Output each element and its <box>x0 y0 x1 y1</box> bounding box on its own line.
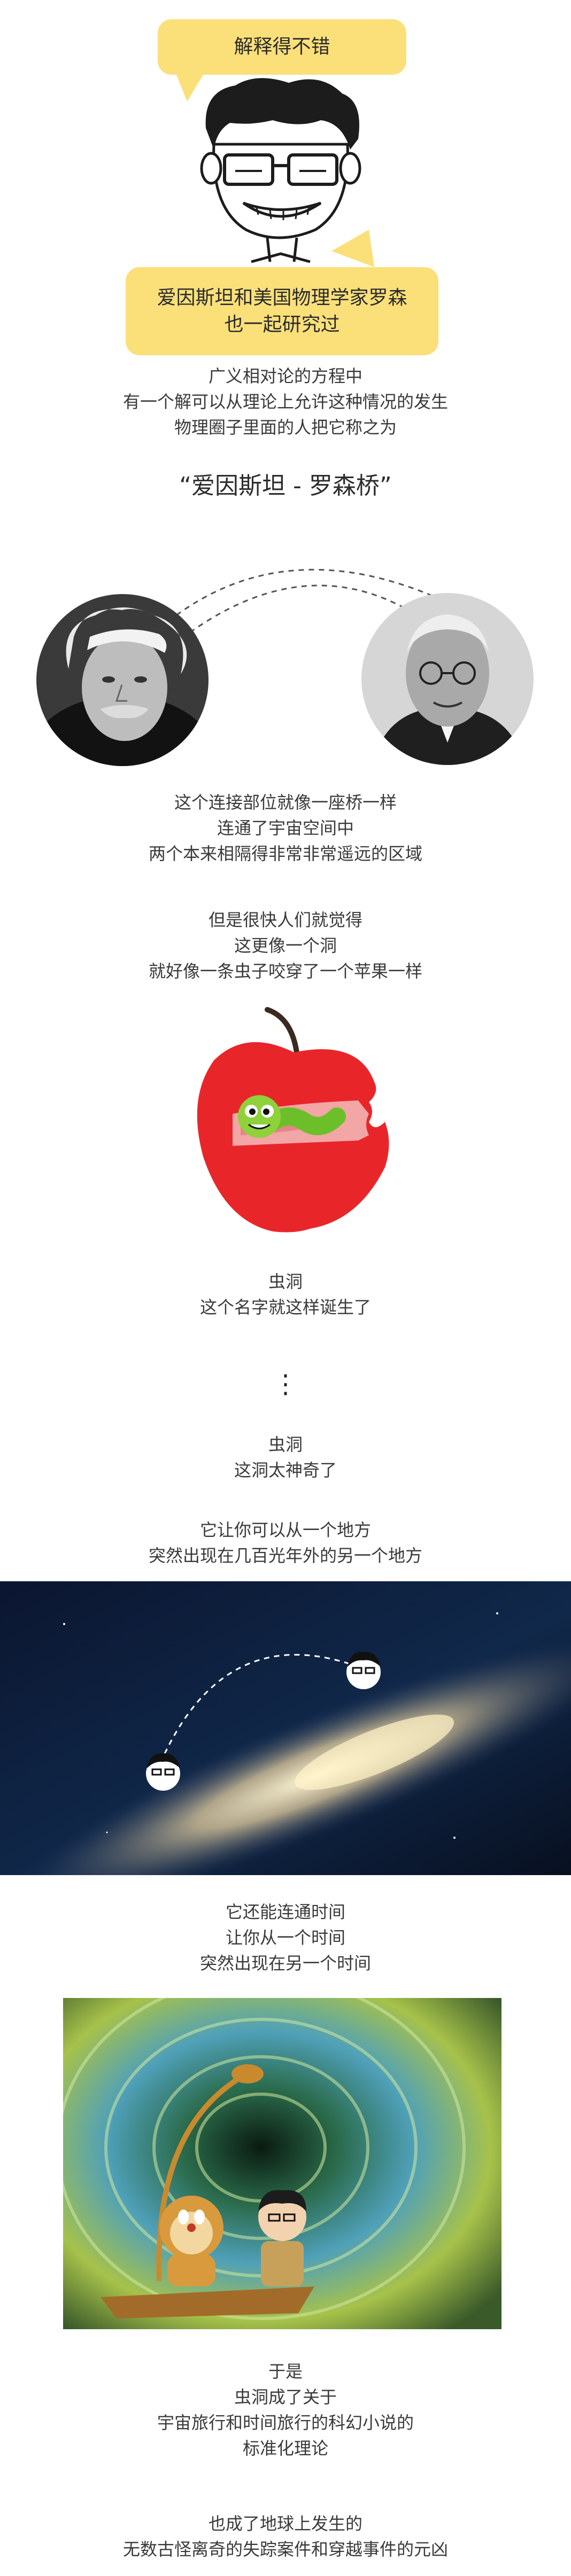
text-line: 但是很快人们就觉得 <box>208 910 362 930</box>
right-ear <box>339 152 361 185</box>
text-line: 于是 <box>268 2361 303 2382</box>
text-line: 这更像一个洞 <box>234 935 337 956</box>
text-line: 它还能连通时间 <box>225 1902 345 1922</box>
apple-with-worm-illustration <box>197 1007 389 1232</box>
cartoon-character-illustration <box>176 75 374 267</box>
rosen-portrait <box>361 593 534 765</box>
text-line: 广义相对论的方程中 <box>208 366 362 386</box>
cartoon-head-small-right <box>346 1651 381 1689</box>
text-line: 宇宙旅行和时间旅行的科幻小说的 <box>157 2413 414 2433</box>
quote-einstein-rosen-bridge: “爱因斯坦 - 罗森桥” <box>0 470 571 502</box>
paragraph-einstein-rosen: 广义相对论的方程中 有一个解可以从理论上允许这种情况的发生 物理圈子里面的人把它… <box>0 363 571 440</box>
worm-head <box>238 1095 281 1138</box>
speech-bubble-bottom: 爱因斯坦和美国物理学家罗森 也一起研究过 <box>126 267 438 355</box>
text-line: 突然出现在几百光年外的另一个地方 <box>148 1545 422 1566</box>
paragraph-time-travel: 它还能连通时间 让你从一个时间 突然出现在另一个时间 <box>0 1899 571 1976</box>
text-line: 有一个解可以从理论上允许这种情况的发生 <box>122 392 448 412</box>
text-line: 也成了地球上发生的 <box>208 2513 362 2534</box>
glasses-right-lens <box>287 153 338 186</box>
ellipsis-dots: ⋮ <box>273 1369 298 1399</box>
text-line: 物理圈子里面的人把它称之为 <box>174 417 397 438</box>
bubble-tail-top <box>176 75 203 102</box>
bubble-tail-bottom <box>331 230 374 267</box>
paragraph-amazing: 虫洞 这洞太神奇了 <box>0 1432 571 1483</box>
text-line: 让你从一个时间 <box>225 1927 345 1948</box>
left-ear <box>200 152 222 185</box>
text-line: 虫洞成了关于 <box>234 2387 337 2407</box>
text-line: 这个连接部位就像一座桥一样 <box>174 792 397 813</box>
cartoon-head-small-left <box>146 1753 180 1791</box>
speech-bubble-top: 解释得不错 <box>158 19 406 75</box>
quote-text: “爱因斯坦 - 罗森桥” <box>179 472 392 499</box>
text-line: 它让你可以从一个地方 <box>199 1520 371 1540</box>
bubble-bottom-line-1: 爱因斯坦和美国物理学家罗森 <box>157 286 407 309</box>
doraemon-figure <box>159 2196 223 2286</box>
text-line: 标准化理论 <box>242 2438 328 2458</box>
text-line: 这个名字就这样诞生了 <box>199 1297 371 1317</box>
text-line: 无数古怪离奇的失踪案件和穿越事件的元凶 <box>122 2539 448 2559</box>
paragraph-space-travel: 它让你可以从一个地方 突然出现在几百光年外的另一个地方 <box>0 1517 571 1568</box>
article-page: 解释得不错 爱因斯坦和美国物理学家罗森 也一起研究过 广义相对论的方程中 有一个… <box>0 0 571 2576</box>
text-line: 虫洞 <box>268 1271 303 1292</box>
bubble-top-text: 解释得不错 <box>234 36 330 58</box>
text-line: 这洞太神奇了 <box>234 1460 337 1480</box>
paragraph-bridge: 这个连接部位就像一座桥一样 连通了宇宙空间中 两个本来相隔得非常非常遥远的区域 <box>0 790 571 867</box>
paragraph-sci-fi-theory: 于是 虫洞成了关于 宇宙旅行和时间旅行的科幻小说的 标准化理论 <box>0 2359 571 2461</box>
text-line: 连通了宇宙空间中 <box>217 818 354 838</box>
einstein-portrait <box>36 594 209 766</box>
text-line: 突然出现在另一个时间 <box>199 1953 371 1973</box>
hair <box>205 78 359 150</box>
bubble-bottom-line-2: 也一起研究过 <box>224 313 340 335</box>
text-line: 两个本来相隔得非常非常遥远的区域 <box>148 844 422 864</box>
worm-body <box>264 1107 346 1135</box>
paragraph-mysteries: 也成了地球上发生的 无数古怪离奇的失踪案件和穿越事件的元凶 <box>0 2511 571 2562</box>
galaxy-image <box>0 1581 571 1875</box>
text-line: 虫洞 <box>268 1434 303 1455</box>
text-line: 就好像一条虫子咬穿了一个苹果一样 <box>148 961 422 981</box>
glasses-left-lens <box>223 153 274 186</box>
time-tunnel-image <box>63 1998 501 2329</box>
paragraph-hole: 但是很快人们就觉得 这更像一个洞 就好像一条虫子咬穿了一个苹果一样 <box>0 907 571 984</box>
paragraph-wormhole-name: 虫洞 这个名字就这样诞生了 <box>0 1269 571 1320</box>
